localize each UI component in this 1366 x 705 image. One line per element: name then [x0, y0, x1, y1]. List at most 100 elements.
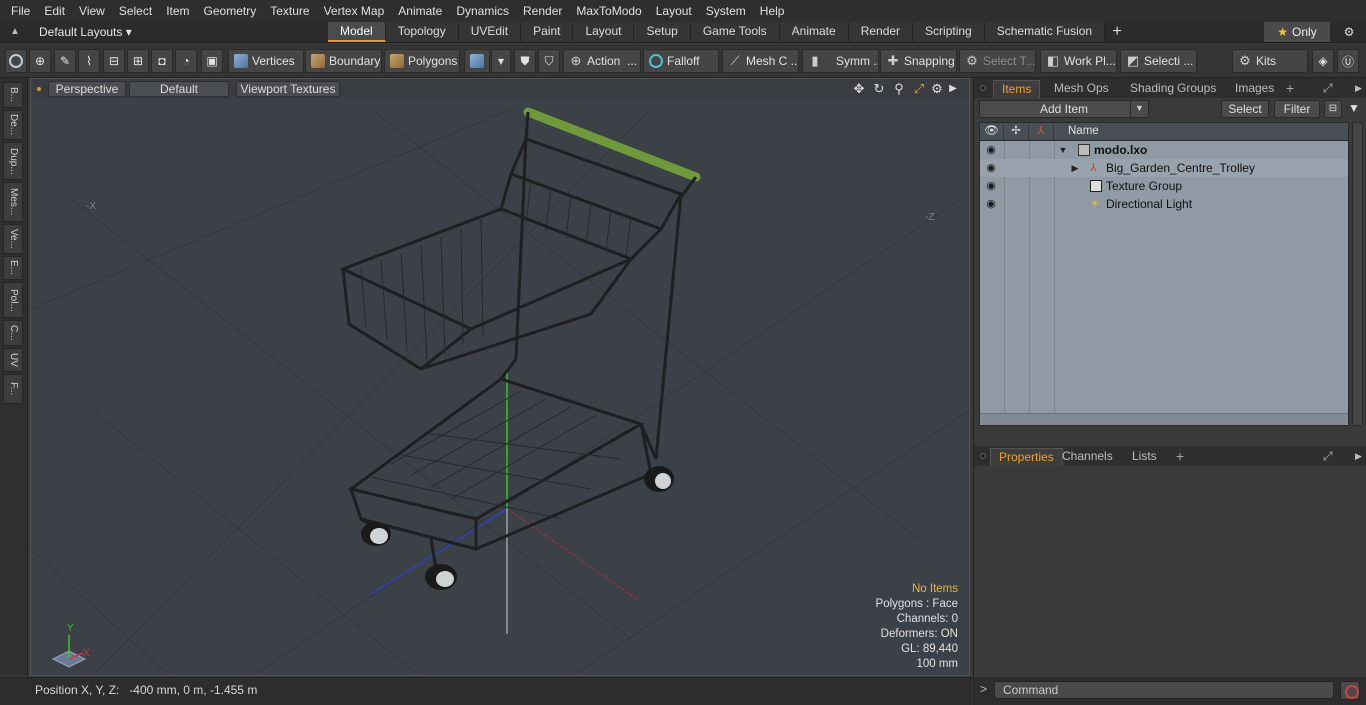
left-tab-0[interactable]: B... — [3, 82, 23, 108]
action-center-button[interactable]: ⊕ Action ... — [563, 49, 641, 73]
left-tab-7[interactable]: C... — [3, 320, 23, 346]
panel-options-dot-icon[interactable] — [980, 85, 986, 91]
panel-maximize-icon[interactable]: ⤢ — [1323, 79, 1333, 97]
eye-icon[interactable]: ◉ — [985, 198, 997, 210]
menu-vertex-map[interactable]: Vertex Map — [317, 0, 392, 22]
left-tab-2[interactable]: Dup... — [3, 142, 23, 180]
selection-sets-button[interactable]: ◩ Selecti ... — [1120, 49, 1197, 73]
eye-icon[interactable]: ◉ — [985, 144, 997, 156]
visibility-column-eye-icon[interactable]: 👁 — [980, 123, 1004, 141]
left-tab-6[interactable]: Pol... — [3, 282, 23, 318]
eye-icon[interactable]: ◉ — [985, 180, 997, 192]
boundary-button[interactable]: Boundary — [305, 49, 382, 73]
menu-help[interactable]: Help — [753, 0, 792, 22]
panel-expand-icon[interactable]: ▶ — [1355, 79, 1362, 97]
viewport-options-dot-icon[interactable] — [37, 87, 41, 91]
gear-icon[interactable]: ⚙ — [1336, 22, 1362, 42]
menu-select[interactable]: Select — [112, 0, 159, 22]
tab-channels[interactable]: Channels — [1054, 448, 1121, 466]
tab-properties[interactable]: Properties — [990, 448, 1063, 466]
tab-model[interactable]: Model — [328, 22, 386, 42]
add-tab-button[interactable]: + — [1278, 80, 1302, 98]
item-mode-cube-icon[interactable]: ▣ — [201, 49, 223, 73]
left-tab-1[interactable]: De... — [3, 110, 23, 140]
left-tab-5[interactable]: E... — [3, 256, 23, 280]
menu-system[interactable]: System — [699, 0, 753, 22]
add-layout-tab-button[interactable]: + — [1105, 22, 1129, 42]
item-row-texture-group[interactable]: ◉ Texture Group — [980, 177, 1348, 195]
unity-icon[interactable]: ◈ — [1312, 49, 1334, 73]
item-row-modo-lxo[interactable]: ◉ ▼ modo.lxo — [980, 141, 1348, 159]
menu-animate[interactable]: Animate — [391, 0, 449, 22]
panel-options-dot-icon[interactable] — [980, 453, 986, 459]
left-tab-8[interactable]: UV — [3, 348, 23, 372]
horizontal-scrollbar[interactable] — [980, 413, 1348, 425]
select-mode-circle-icon[interactable] — [5, 49, 27, 73]
expand-right-icon[interactable]: ▶ — [945, 81, 961, 97]
eye-icon[interactable]: ◉ — [985, 162, 997, 174]
add-tab-button[interactable]: + — [1168, 448, 1192, 466]
kits-button[interactable]: ⚙ Kits — [1232, 49, 1308, 73]
pie-icon[interactable]: ◔ — [175, 49, 197, 73]
left-tab-3[interactable]: Mes... — [3, 182, 23, 222]
zoom-icon[interactable]: ⚲ — [891, 81, 907, 97]
command-input[interactable] — [994, 681, 1334, 699]
symmetry-button[interactable]: ▮ Symm ... — [802, 49, 879, 73]
pan-icon[interactable]: ✥ — [851, 81, 867, 97]
record-icon[interactable] — [1340, 681, 1360, 700]
left-tab-9[interactable]: F... — [3, 374, 23, 404]
item-list[interactable]: 👁 ✢ ⅄ Name ◉ ▼ modo.lxo ◉ ▶ ⅄ Big_Garden… — [979, 122, 1349, 426]
tab-animate[interactable]: Animate — [779, 22, 849, 42]
item-row-trolley[interactable]: ◉ ▶ ⅄ Big_Garden_Centre_Trolley — [980, 159, 1348, 177]
tab-paint[interactable]: Paint — [521, 22, 574, 42]
symmetry-shield-icon[interactable]: ⛊ — [514, 49, 536, 73]
mesh-constraint-button[interactable]: ⟋ Mesh C ... — [722, 49, 799, 73]
collapse-icon[interactable]: ⊟ — [1324, 100, 1342, 118]
panel-expand-icon[interactable]: ▶ — [1355, 447, 1362, 465]
material-mode-icon[interactable] — [464, 49, 490, 73]
unreal-icon[interactable]: Ⓤ — [1337, 49, 1359, 73]
tab-game-tools[interactable]: Game Tools — [690, 22, 780, 42]
tree-expanded-icon[interactable]: ▼ — [1058, 141, 1068, 159]
tab-images[interactable]: Images — [1227, 80, 1282, 98]
tree-collapsed-icon[interactable]: ▶ — [1070, 159, 1080, 177]
tab-topology[interactable]: Topology — [385, 22, 459, 42]
align-icon[interactable]: ⊟ — [103, 49, 125, 73]
globe-icon[interactable]: ⊕ — [29, 49, 51, 73]
tab-schematic-fusion[interactable]: Schematic Fusion — [984, 22, 1106, 42]
menu-maxtomodo[interactable]: MaxToModo — [569, 0, 648, 22]
menu-dynamics[interactable]: Dynamics — [449, 0, 516, 22]
left-tab-4[interactable]: Ve... — [3, 224, 23, 254]
work-plane-button[interactable]: ◧ Work Pl... — [1040, 49, 1117, 73]
menu-item[interactable]: Item — [159, 0, 196, 22]
menu-texture[interactable]: Texture — [263, 0, 316, 22]
lock-column-icon[interactable]: ✢ — [1004, 123, 1029, 141]
menu-view[interactable]: View — [72, 0, 112, 22]
element-icon[interactable]: ◘ — [151, 49, 173, 73]
default-layouts-dropdown[interactable]: Default Layouts ▾ — [33, 22, 138, 42]
add-item-button[interactable]: Add Item — [979, 100, 1149, 118]
select-button[interactable]: Select — [1221, 100, 1269, 118]
tab-lists[interactable]: Lists — [1124, 448, 1165, 466]
tab-mesh-ops[interactable]: Mesh Ops — [1046, 80, 1117, 98]
shading-default-button[interactable]: Default — [129, 81, 229, 97]
tab-layout[interactable]: Layout — [573, 22, 635, 42]
3d-viewport[interactable]: Perspective Default Viewport Textures ✥ … — [30, 78, 970, 676]
falloff-button[interactable]: Falloff — [643, 49, 719, 73]
menu-geometry[interactable]: Geometry — [197, 0, 264, 22]
pen-icon[interactable]: ✎ — [54, 49, 76, 73]
funnel-icon[interactable]: ▼ — [1345, 100, 1363, 118]
snap-shield-icon[interactable]: ⛉ — [538, 49, 560, 73]
layout-up-arrow-icon[interactable]: ▲ — [8, 25, 22, 39]
tab-groups[interactable]: Groups — [1169, 80, 1224, 98]
tab-uvedit[interactable]: UVEdit — [458, 22, 522, 42]
brush-icon[interactable]: ⌇ — [78, 49, 100, 73]
name-column-header[interactable]: Name — [1054, 123, 1348, 141]
maximize-icon[interactable]: ⤢ — [911, 81, 927, 97]
tab-items[interactable]: Items — [993, 80, 1041, 98]
transform-icon[interactable]: ⊞ — [127, 49, 149, 73]
rotate-icon[interactable]: ↻ — [871, 81, 887, 97]
panel-maximize-icon[interactable]: ⤢ — [1323, 447, 1333, 465]
tab-scripting[interactable]: Scripting — [913, 22, 985, 42]
vertices-button[interactable]: Vertices — [228, 49, 304, 73]
